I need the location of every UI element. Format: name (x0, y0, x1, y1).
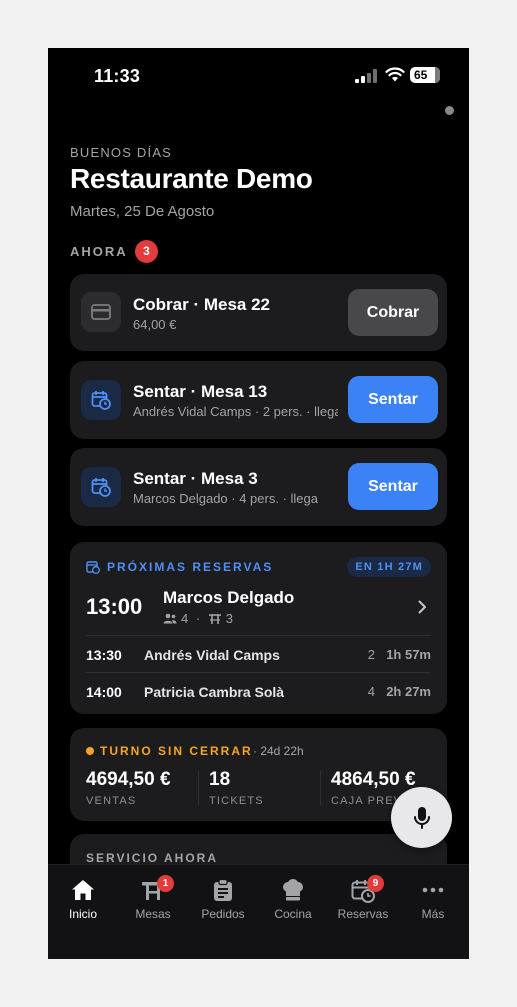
shift-duration: · 24d 22h (253, 744, 304, 758)
calendar-clock-icon (86, 561, 100, 574)
phone-screen: 11:33 65 BUENOS DÍAS Restaurante Demo Ma… (48, 48, 469, 959)
task-subtitle: 64,00 € (133, 317, 177, 332)
task-subtitle: Andrés Vidal Camps · 2 pers. · llega (133, 404, 338, 419)
home-icon (72, 880, 94, 900)
status-time: 11:33 (94, 66, 141, 86)
row-people: 2 (367, 647, 375, 662)
table-icon (208, 613, 221, 624)
tab-label: Mesas (135, 907, 171, 921)
microphone-icon (413, 806, 430, 829)
meta-separator: · (192, 611, 204, 626)
open-shift-card[interactable]: TURNO SIN CERRAR · 24d 22h 4694,50 € VEN… (70, 728, 447, 821)
tab-cocina[interactable]: Cocina (258, 879, 328, 921)
tickets-label: TICKETS (209, 795, 264, 807)
tab-inicio[interactable]: Inicio (48, 879, 118, 921)
row-countdown: 2h 27m (386, 684, 431, 699)
tab-mas[interactable]: Más (398, 879, 468, 921)
row-name: Patricia Cambra Solà (144, 684, 285, 700)
next-reservation-meta: 4 · 3 (163, 611, 233, 626)
sales-label: VENTAS (86, 795, 137, 807)
sentar-button[interactable]: Sentar (348, 376, 438, 423)
clipboard-icon (214, 879, 232, 901)
row-name: Andrés Vidal Camps (144, 647, 280, 663)
tab-label: Reservas (337, 907, 389, 921)
task-card-cobrar[interactable]: Cobrar · Mesa 22 64,00 € Cobrar (70, 274, 447, 351)
task-card-sentar-3[interactable]: Sentar · Mesa 3 Marcos Delgado · 4 pers.… (70, 448, 447, 526)
wifi-icon (385, 67, 405, 82)
upcoming-heading: PRÓXIMAS RESERVAS (107, 560, 274, 574)
card-icon (81, 292, 121, 332)
battery-icon: 65 (410, 67, 440, 83)
row-countdown: 1h 57m (386, 647, 431, 662)
people-count: 4 (181, 611, 189, 626)
tab-label: Cocina (274, 907, 312, 921)
chef-hat-icon (283, 879, 303, 901)
now-section-label: AHORA (70, 244, 128, 259)
next-reservation-name: Marcos Delgado (163, 588, 295, 607)
sentar-button[interactable]: Sentar (348, 463, 438, 510)
notification-badge: 1 (157, 875, 174, 892)
tab-mesas[interactable]: 1 Mesas (118, 875, 188, 921)
task-card-sentar-13[interactable]: Sentar · Mesa 13 Andrés Vidal Camps · 2 … (70, 361, 447, 439)
voice-button[interactable] (391, 787, 452, 848)
status-dot (86, 747, 94, 755)
task-title: Sentar · Mesa 3 (133, 469, 258, 488)
people-icon (163, 613, 177, 624)
now-count-badge: 3 (135, 240, 158, 263)
page-title: Restaurante Demo (70, 163, 313, 194)
status-bar: 11:33 65 (48, 48, 469, 104)
tab-label: Inicio (68, 907, 97, 921)
upcoming-reservations-card: PRÓXIMAS RESERVAS EN 1H 27M 13:00 Marcos… (70, 542, 447, 714)
tab-label: Pedidos (201, 907, 245, 921)
date-label: Martes, 25 De Agosto (70, 203, 215, 220)
indicator-dot (445, 106, 454, 115)
sales-value: 4694,50 € (86, 769, 171, 790)
divider (86, 672, 431, 673)
notification-badge: 9 (367, 875, 384, 892)
row-time: 14:00 (86, 684, 122, 700)
calendar-clock-icon (81, 467, 121, 507)
task-subtitle: Marcos Delgado · 4 pers. · llega (133, 491, 318, 506)
greeting: BUENOS DÍAS (70, 145, 173, 160)
task-title: Cobrar · Mesa 22 (133, 295, 270, 314)
cobrar-button[interactable]: Cobrar (348, 289, 438, 336)
tickets-value: 18 (209, 769, 231, 790)
row-people: 4 (367, 684, 375, 699)
expected-cash-value: 4864,50 € (331, 769, 416, 790)
signal-icon (355, 69, 377, 83)
divider (198, 770, 199, 806)
calendar-clock-icon (81, 380, 121, 420)
tab-label: Más (421, 907, 445, 921)
tab-bar: Inicio 1 Mesas Pedidos Cocina 9 Reservas… (48, 864, 469, 959)
next-reservation-time: 13:00 (86, 594, 143, 619)
upcoming-countdown-badge: EN 1H 27M (347, 557, 431, 577)
chevron-right-icon[interactable] (418, 600, 427, 614)
divider (320, 770, 321, 806)
table-number: 3 (225, 611, 234, 626)
task-title: Sentar · Mesa 13 (133, 382, 268, 401)
row-time: 13:30 (86, 647, 122, 663)
more-icon (422, 887, 444, 893)
divider (86, 635, 431, 636)
shift-heading: TURNO SIN CERRAR (100, 744, 253, 758)
tab-pedidos[interactable]: Pedidos (188, 879, 258, 921)
service-heading: SERVICIO AHORA (86, 851, 219, 865)
tab-reservas[interactable]: 9 Reservas (328, 875, 398, 921)
